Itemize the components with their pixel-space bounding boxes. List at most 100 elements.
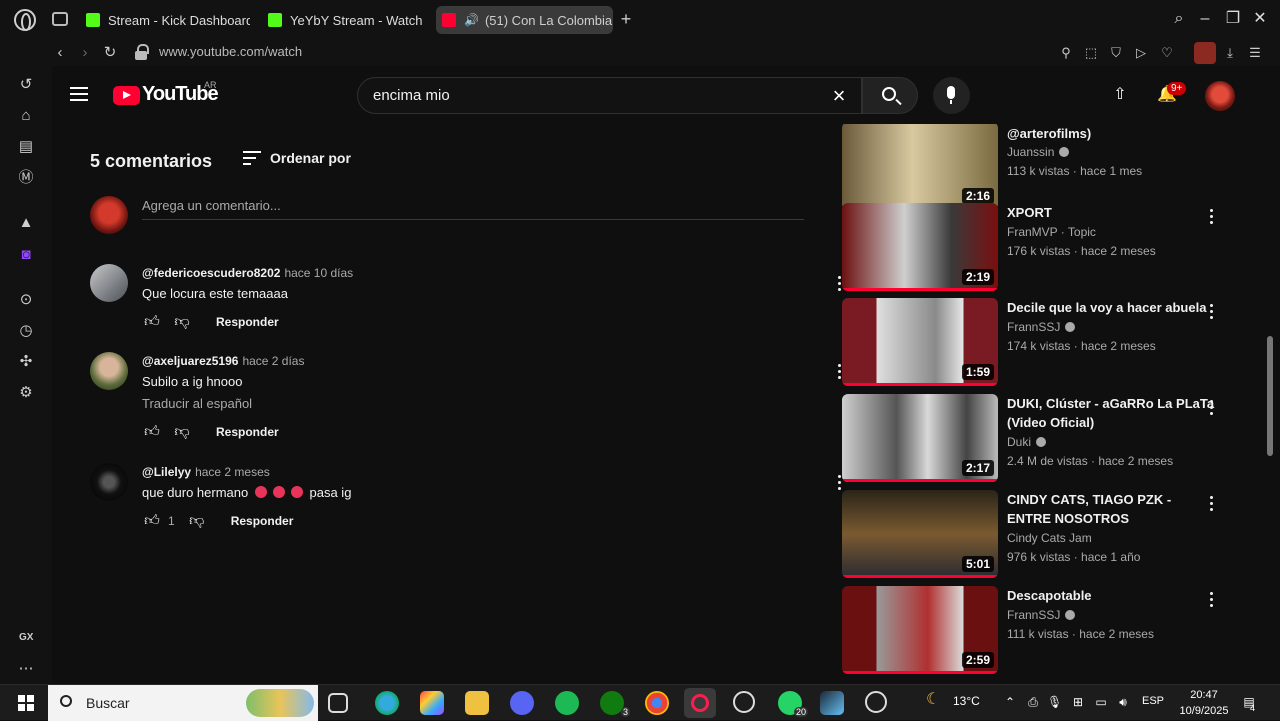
xbox-icon[interactable]: 3 xyxy=(600,691,630,717)
copilot-icon[interactable] xyxy=(420,691,444,715)
minimize-icon[interactable]: – xyxy=(1196,10,1214,28)
video-menu-icon[interactable] xyxy=(1208,400,1214,416)
whatsapp-icon[interactable]: 20 xyxy=(778,691,808,717)
media-player-icon[interactable] xyxy=(865,691,887,713)
like-icon[interactable]: 👍︎ xyxy=(142,312,162,332)
browser-search-icon[interactable]: ⌕ xyxy=(1170,10,1188,28)
download-icon[interactable]: ⤓ xyxy=(1222,45,1238,61)
like-icon[interactable]: 👍︎ xyxy=(142,511,162,531)
opera-logo-icon[interactable] xyxy=(14,9,36,31)
video-title[interactable]: CINDY CATS, TIAGO PZK - ENTRE NOSOTROS xyxy=(1007,490,1217,528)
sort-icon[interactable] xyxy=(243,151,261,165)
voice-search-button[interactable] xyxy=(933,77,970,114)
translate-link[interactable]: Traducir al español xyxy=(142,396,252,411)
weather-moon-icon[interactable]: ☾ xyxy=(926,692,940,708)
task-view-icon[interactable] xyxy=(328,693,348,713)
menu-icon[interactable] xyxy=(70,87,88,101)
channel-name[interactable]: Cindy Cats Jam xyxy=(1007,531,1092,545)
channel-name[interactable]: FrannSSJ xyxy=(1007,320,1076,334)
video-title[interactable]: Descapotable xyxy=(1007,586,1217,605)
steam-icon[interactable] xyxy=(820,691,844,715)
related-video-item[interactable]: 1:59 Decile que la voy a hacer abuela Fr… xyxy=(842,298,1232,388)
more-icon[interactable]: ⋯ xyxy=(17,660,35,678)
comment-time[interactable]: hace 10 días xyxy=(284,266,353,280)
player-icon[interactable]: ▷ xyxy=(1133,45,1149,61)
reply-button[interactable]: Responder xyxy=(216,315,279,329)
edge-icon[interactable] xyxy=(375,691,399,715)
video-title[interactable]: @arterofilms) xyxy=(1007,124,1217,143)
dislike-icon[interactable]: 👎︎ xyxy=(172,422,192,442)
channel-name[interactable]: FranMVP · Topic xyxy=(1007,225,1096,239)
comment-author[interactable]: @axeljuarez5196 xyxy=(142,354,238,368)
video-thumbnail[interactable]: 2:59 xyxy=(842,586,998,674)
settings-icon[interactable]: ⚙ xyxy=(17,384,35,402)
video-thumbnail[interactable]: 2:17 xyxy=(842,394,998,482)
sort-button[interactable]: Ordenar por xyxy=(270,150,351,166)
messenger-icon[interactable]: Ⓜ xyxy=(17,169,35,187)
avatar[interactable] xyxy=(90,352,128,390)
restore-icon[interactable]: ❐ xyxy=(1224,10,1242,28)
video-title[interactable]: XPORT xyxy=(1007,203,1217,222)
tab-kick-dashboard[interactable]: Stream - Kick Dashboard xyxy=(80,6,250,34)
page-scrollbar[interactable] xyxy=(1266,124,1274,684)
notification-center-icon[interactable]: ▤ xyxy=(1240,695,1258,709)
tray-mic-icon[interactable]: 🎙︎ xyxy=(1047,695,1062,709)
extensions-icon[interactable]: ✣ xyxy=(17,353,35,371)
clock-icon[interactable]: ◷ xyxy=(17,322,35,340)
related-video-item[interactable]: 2:16 @arterofilms) Juanssin 113 k vistas… xyxy=(842,124,1232,212)
avatar[interactable] xyxy=(90,264,128,302)
video-thumbnail[interactable]: 1:59 xyxy=(842,298,998,386)
pin-icon[interactable]: ⚲ xyxy=(1058,45,1074,61)
clear-search-icon[interactable]: × xyxy=(829,85,849,107)
video-menu-icon[interactable] xyxy=(1208,209,1214,225)
search-input[interactable]: encima mio × xyxy=(357,77,862,114)
history-icon[interactable]: ↺ xyxy=(17,76,35,94)
language-indicator[interactable]: ESP xyxy=(1142,695,1164,707)
taskbar-search-box[interactable]: Buscar xyxy=(48,685,318,721)
tab-preview-icon[interactable] xyxy=(52,12,68,26)
easy-setup-icon[interactable]: ☰ xyxy=(1247,45,1263,61)
reply-button[interactable]: Responder xyxy=(231,514,294,528)
url-field[interactable]: www.youtube.com/watch xyxy=(159,44,302,59)
tab-yeyby-stream[interactable]: YeYbY Stream - Watch Li xyxy=(262,6,426,34)
channel-name[interactable]: FrannSSJ xyxy=(1007,608,1076,622)
related-video-item[interactable]: 2:19 XPORT FranMVP · Topic 176 k vistas … xyxy=(842,203,1232,293)
channel-name[interactable]: Juanssin xyxy=(1007,145,1070,159)
video-title[interactable]: Decile que la voy a hacer abuela xyxy=(1007,298,1222,317)
adblock-icon[interactable]: ⛉ xyxy=(1108,45,1124,61)
avatar[interactable] xyxy=(90,463,128,501)
forward-icon[interactable]: › xyxy=(75,43,95,63)
tray-app-icon[interactable]: ⎙ xyxy=(1026,695,1040,709)
news-icon[interactable]: ▤ xyxy=(17,138,35,156)
snapshot-icon[interactable]: ⬚ xyxy=(1083,45,1099,61)
player-sidebar-icon[interactable]: ⊙ xyxy=(17,291,35,309)
related-video-item[interactable]: 2:17 DUKI, Clúster - aGaRRo La PLaTa (Vi… xyxy=(842,394,1232,484)
add-comment-input[interactable]: Agrega un comentario... xyxy=(142,198,804,220)
heart-icon[interactable]: ♡ xyxy=(1159,45,1175,61)
speedometer-icon[interactable] xyxy=(733,691,755,713)
related-video-item[interactable]: 2:59 Descapotable FrannSSJ 111 k vistas … xyxy=(842,586,1232,676)
spotify-icon[interactable] xyxy=(555,691,579,715)
bag-icon[interactable]: ⌂ xyxy=(17,107,35,125)
close-window-icon[interactable]: ✕ xyxy=(1251,10,1269,28)
upload-icon[interactable]: ⇧ xyxy=(1112,86,1128,104)
reply-button[interactable]: Responder xyxy=(216,425,279,439)
reload-icon[interactable]: ↻ xyxy=(100,43,120,63)
video-thumbnail[interactable]: 2:19 xyxy=(842,203,998,291)
profile-icon[interactable] xyxy=(1194,42,1216,64)
windows-start-icon[interactable] xyxy=(18,695,34,711)
channel-name[interactable]: Duki xyxy=(1007,435,1047,449)
video-menu-icon[interactable] xyxy=(1208,304,1214,320)
dislike-icon[interactable]: 👎︎ xyxy=(187,511,207,531)
back-icon[interactable]: ‹ xyxy=(50,43,70,63)
youtube-logo-icon[interactable] xyxy=(113,86,140,105)
video-thumbnail[interactable]: 2:16 xyxy=(842,124,998,210)
comment-author[interactable]: @federicoescudero8202 xyxy=(142,266,280,280)
gx-label[interactable]: GX xyxy=(19,632,33,643)
volume-icon[interactable]: 🔊︎ xyxy=(1116,695,1130,709)
video-menu-icon[interactable] xyxy=(1208,592,1214,608)
comment-time[interactable]: hace 2 meses xyxy=(195,465,270,479)
clock[interactable]: 20:47 10/9/2025 xyxy=(1176,687,1232,719)
scrollbar-thumb[interactable] xyxy=(1267,336,1273,456)
file-explorer-icon[interactable] xyxy=(465,691,489,715)
